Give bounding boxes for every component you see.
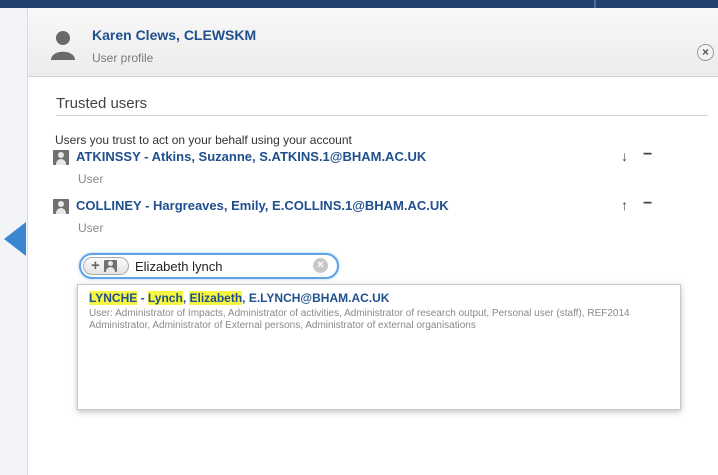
trusted-user-role: User xyxy=(78,221,104,235)
trusted-user-row: COLLINEY - Hargreaves, Emily, E.COLLINS.… xyxy=(53,195,673,239)
plus-icon: + xyxy=(91,257,100,274)
search-results-dropdown: LYNCHE - Lynch, Elizabeth, E.LYNCH@BHAM.… xyxy=(77,284,681,410)
add-user-button[interactable]: + xyxy=(83,257,129,275)
user-icon xyxy=(104,260,117,272)
move-up-icon[interactable]: ↑ xyxy=(621,197,628,213)
top-nav-bar xyxy=(0,0,718,8)
profile-subtitle: User profile xyxy=(92,51,154,65)
user-avatar-icon xyxy=(51,31,75,60)
section-title: Trusted users xyxy=(56,95,148,112)
remove-icon[interactable]: − xyxy=(643,146,652,164)
section-divider xyxy=(56,115,708,116)
move-down-icon[interactable]: ↓ xyxy=(621,148,628,164)
highlight-first-name: Elizabeth xyxy=(189,291,243,305)
highlight-username: LYNCHE xyxy=(89,291,138,305)
highlight-last-name: Lynch xyxy=(147,291,183,305)
profile-name: Karen Clews, CLEWSKM xyxy=(92,27,257,43)
search-result-item[interactable]: LYNCHE - Lynch, Elizabeth, E.LYNCH@BHAM.… xyxy=(89,291,389,305)
close-icon[interactable]: × xyxy=(697,44,714,61)
user-icon xyxy=(53,199,69,214)
trusted-user-role: User xyxy=(78,172,104,186)
remove-icon[interactable]: − xyxy=(643,195,652,213)
user-search-input[interactable] xyxy=(135,257,305,275)
user-search-field: + × xyxy=(79,253,339,279)
trusted-user-row: ATKINSSY - Atkins, Suzanne, S.ATKINS.1@B… xyxy=(53,146,673,190)
modal-header: Karen Clews, CLEWSKM User profile × xyxy=(28,8,718,77)
user-icon xyxy=(53,150,69,165)
top-nav-divider xyxy=(594,0,596,8)
trusted-users-description: Users you trust to act on your behalf us… xyxy=(55,133,352,147)
trusted-user-name[interactable]: COLLINEY - Hargreaves, Emily, E.COLLINS.… xyxy=(76,198,449,213)
result-email: , E.LYNCH@BHAM.AC.UK xyxy=(242,291,390,305)
clear-search-icon[interactable]: × xyxy=(313,258,328,273)
trusted-user-name[interactable]: ATKINSSY - Atkins, Suzanne, S.ATKINS.1@B… xyxy=(76,149,426,164)
result-separator: - xyxy=(137,291,148,305)
search-result-roles: User: Administrator of Impacts, Administ… xyxy=(89,308,630,331)
